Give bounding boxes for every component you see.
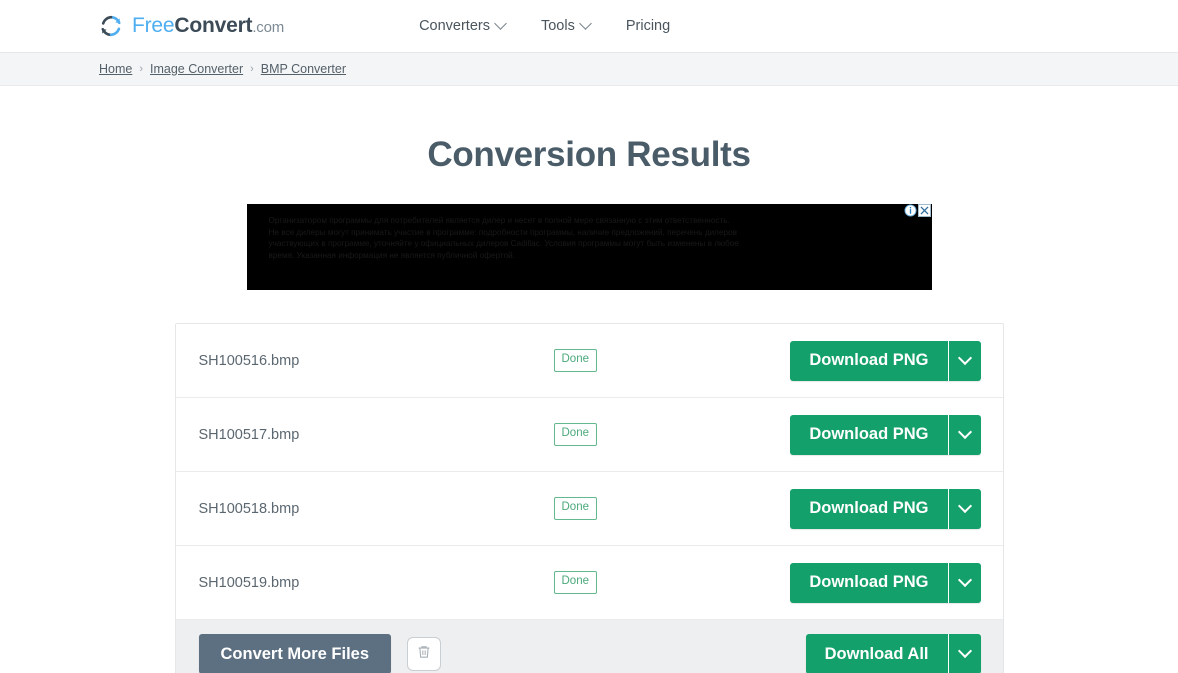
chevron-down-icon [957,498,972,513]
advertisement-container: Организатором программы для потребителей… [0,204,1178,290]
download-button[interactable]: Download PNG [790,563,947,603]
nav-label-tools: Tools [540,18,575,34]
table-row: SH100519.bmp Done Download PNG [175,546,1003,620]
conversion-results-card: SH100516.bmp Done Download PNG SH100517.… [174,323,1004,673]
adchoices-info-icon[interactable] [903,204,917,217]
status-cell: Done [553,423,769,446]
site-logo[interactable]: FreeConvert.com [99,14,284,38]
chevron-down-icon [957,350,972,365]
download-split-button[interactable]: Download PNG [790,340,981,381]
status-badge: Done [553,571,597,594]
download-split-button[interactable]: Download PNG [790,414,981,455]
footer-actions: Download All [805,634,981,673]
logo-text-com: .com [252,19,285,36]
table-row: SH100518.bmp Done Download PNG [175,472,1003,546]
logo-text-convert: Convert [174,14,253,37]
action-cell: Download PNG [790,340,981,381]
refresh-circular-arrows-icon [99,14,123,38]
nav-item-pricing[interactable]: Pricing [626,18,670,34]
status-badge: Done [553,423,597,446]
convert-more-files-button[interactable]: Convert More Files [198,634,392,673]
advertisement-text: Организатором программы для потребителей… [268,216,739,260]
breadcrumb-item-home[interactable]: Home [99,62,132,76]
download-format-dropdown-button[interactable] [947,340,981,381]
advertisement-close-icon[interactable] [917,204,931,217]
download-button[interactable]: Download PNG [790,489,947,529]
nav-label-converters: Converters [419,18,490,34]
action-cell: Download PNG [790,488,981,529]
trash-can-icon [415,643,433,666]
breadcrumb-separator: › [139,63,144,75]
page-content: Conversion Results Организатором програм… [0,135,1178,673]
breadcrumb-item-image-converter[interactable]: Image Converter [150,62,243,76]
results-card-container: SH100516.bmp Done Download PNG SH100517.… [0,323,1178,673]
download-format-dropdown-button[interactable] [947,414,981,455]
status-cell: Done [553,497,769,520]
download-button[interactable]: Download PNG [790,341,947,381]
logo-wordmark: FreeConvert.com [132,14,284,38]
nav-label-pricing: Pricing [625,18,671,34]
action-cell: Download PNG [790,562,981,603]
download-format-dropdown-button[interactable] [947,562,981,603]
chevron-down-icon [957,424,972,439]
chevron-down-icon [957,643,972,659]
file-name: SH100516.bmp [198,352,300,369]
download-all-split-button[interactable]: Download All [805,634,981,673]
advertisement-controls [903,204,931,217]
results-footer-bar: Convert More Files Download All [175,620,1003,673]
file-name: SH100517.bmp [198,426,300,443]
breadcrumb: Home › Image Converter › BMP Converter [0,53,1178,86]
action-cell: Download PNG [790,414,981,455]
download-all-button[interactable]: Download All [806,634,948,673]
file-name: SH100519.bmp [198,574,300,591]
status-cell: Done [553,571,769,594]
download-format-dropdown-button[interactable] [947,488,981,529]
delete-all-button[interactable] [407,637,442,671]
download-all-dropdown-button[interactable] [947,634,981,673]
file-name: SH100518.bmp [198,500,300,517]
download-split-button[interactable]: Download PNG [790,488,981,529]
breadcrumb-separator: › [250,63,254,75]
status-cell: Done [553,349,769,372]
logo-text-free: Free [132,14,175,37]
nav-item-converters[interactable]: Converters [419,16,507,34]
page-title: Conversion Results [427,135,751,174]
chevron-down-icon [578,16,592,30]
nav-item-tools[interactable]: Tools [540,16,592,34]
table-row: SH100516.bmp Done Download PNG [175,324,1003,398]
chevron-down-icon [957,572,972,587]
table-row: SH100517.bmp Done Download PNG [175,398,1003,472]
main-navigation: Converters Tools Pricing [419,16,670,34]
status-badge: Done [553,349,597,372]
download-button[interactable]: Download PNG [790,415,947,455]
site-header: FreeConvert.com Converters Tools Pricing [0,0,1178,53]
advertisement-banner[interactable]: Организатором программы для потребителей… [246,204,932,290]
breadcrumb-item-bmp-converter[interactable]: BMP Converter [261,62,346,76]
chevron-down-icon [494,16,507,30]
download-split-button[interactable]: Download PNG [790,562,981,603]
status-badge: Done [553,497,597,520]
